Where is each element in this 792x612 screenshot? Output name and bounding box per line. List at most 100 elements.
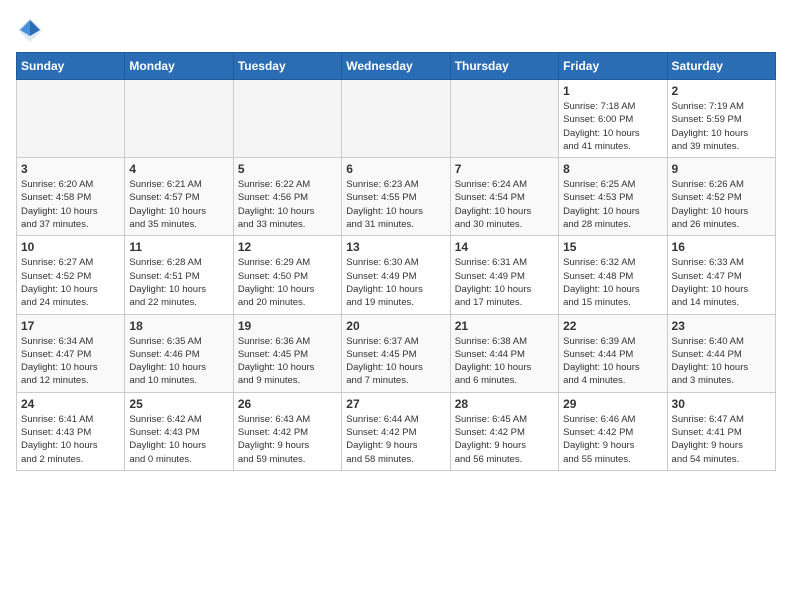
day-number: 7 — [455, 162, 554, 176]
day-info: Sunrise: 6:43 AM Sunset: 4:42 PM Dayligh… — [238, 413, 337, 466]
day-info: Sunrise: 6:30 AM Sunset: 4:49 PM Dayligh… — [346, 256, 445, 309]
calendar-cell: 20 Sunrise: 6:37 AM Sunset: 4:45 PM Dayli… — [342, 314, 450, 392]
day-number: 9 — [672, 162, 771, 176]
day-number: 21 — [455, 319, 554, 333]
calendar-cell — [233, 80, 341, 158]
calendar-cell: 10Sunrise: 6:27 AM Sunset: 4:52 PM Dayli… — [17, 236, 125, 314]
day-number: 11 — [129, 240, 228, 254]
calendar-cell: 26 Sunrise: 6:43 AM Sunset: 4:42 PM Dayli… — [233, 392, 341, 470]
weekday-header-wednesday: Wednesday — [342, 53, 450, 80]
calendar-cell: 1 Sunrise: 7:18 AM Sunset: 6:00 PM Daylig… — [559, 80, 667, 158]
day-number: 10 — [21, 240, 120, 254]
day-number: 3 — [21, 162, 120, 176]
day-info: Sunrise: 6:38 AM Sunset: 4:44 PM Dayligh… — [455, 335, 554, 388]
calendar-week-2: 3 Sunrise: 6:20 AM Sunset: 4:58 PM Daylig… — [17, 158, 776, 236]
calendar-cell — [450, 80, 558, 158]
day-number: 29 — [563, 397, 662, 411]
calendar-cell: 9 Sunrise: 6:26 AM Sunset: 4:52 PM Daylig… — [667, 158, 775, 236]
day-number: 18 — [129, 319, 228, 333]
day-info: Sunrise: 6:40 AM Sunset: 4:44 PM Dayligh… — [672, 335, 771, 388]
day-number: 17 — [21, 319, 120, 333]
calendar-cell: 8 Sunrise: 6:25 AM Sunset: 4:53 PM Daylig… — [559, 158, 667, 236]
day-number: 2 — [672, 84, 771, 98]
day-info: Sunrise: 6:22 AM Sunset: 4:56 PM Dayligh… — [238, 178, 337, 231]
logo-icon — [16, 16, 44, 44]
calendar-cell: 16 Sunrise: 6:33 AM Sunset: 4:47 PM Dayli… — [667, 236, 775, 314]
weekday-header-friday: Friday — [559, 53, 667, 80]
day-info: Sunrise: 6:42 AM Sunset: 4:43 PM Dayligh… — [129, 413, 228, 466]
calendar-cell: 21 Sunrise: 6:38 AM Sunset: 4:44 PM Dayli… — [450, 314, 558, 392]
day-info: Sunrise: 6:21 AM Sunset: 4:57 PM Dayligh… — [129, 178, 228, 231]
day-number: 15 — [563, 240, 662, 254]
calendar-cell: 27 Sunrise: 6:44 AM Sunset: 4:42 PM Dayli… — [342, 392, 450, 470]
weekday-header-monday: Monday — [125, 53, 233, 80]
day-number: 23 — [672, 319, 771, 333]
calendar-cell: 17 Sunrise: 6:34 AM Sunset: 4:47 PM Dayli… — [17, 314, 125, 392]
day-number: 30 — [672, 397, 771, 411]
calendar-cell: 12 Sunrise: 6:29 AM Sunset: 4:50 PM Dayli… — [233, 236, 341, 314]
page-header — [16, 16, 776, 44]
day-info: Sunrise: 6:47 AM Sunset: 4:41 PM Dayligh… — [672, 413, 771, 466]
day-number: 5 — [238, 162, 337, 176]
calendar-cell: 24Sunrise: 6:41 AM Sunset: 4:43 PM Dayli… — [17, 392, 125, 470]
calendar-cell: 23 Sunrise: 6:40 AM Sunset: 4:44 PM Dayli… — [667, 314, 775, 392]
day-number: 22 — [563, 319, 662, 333]
day-info: Sunrise: 6:35 AM Sunset: 4:46 PM Dayligh… — [129, 335, 228, 388]
day-info: Sunrise: 6:37 AM Sunset: 4:45 PM Dayligh… — [346, 335, 445, 388]
day-info: Sunrise: 6:24 AM Sunset: 4:54 PM Dayligh… — [455, 178, 554, 231]
day-info: Sunrise: 6:33 AM Sunset: 4:47 PM Dayligh… — [672, 256, 771, 309]
calendar-week-3: 10Sunrise: 6:27 AM Sunset: 4:52 PM Dayli… — [17, 236, 776, 314]
calendar-cell — [342, 80, 450, 158]
day-number: 26 — [238, 397, 337, 411]
day-number: 20 — [346, 319, 445, 333]
calendar-table: SundayMondayTuesdayWednesdayThursdayFrid… — [16, 52, 776, 471]
day-info: Sunrise: 6:20 AM Sunset: 4:58 PM Dayligh… — [21, 178, 120, 231]
day-info: Sunrise: 7:19 AM Sunset: 5:59 PM Dayligh… — [672, 100, 771, 153]
day-info: Sunrise: 6:26 AM Sunset: 4:52 PM Dayligh… — [672, 178, 771, 231]
day-info: Sunrise: 6:46 AM Sunset: 4:42 PM Dayligh… — [563, 413, 662, 466]
calendar-cell: 15 Sunrise: 6:32 AM Sunset: 4:48 PM Dayli… — [559, 236, 667, 314]
day-number: 12 — [238, 240, 337, 254]
day-number: 27 — [346, 397, 445, 411]
weekday-header-thursday: Thursday — [450, 53, 558, 80]
weekday-header-sunday: Sunday — [17, 53, 125, 80]
day-info: Sunrise: 6:32 AM Sunset: 4:48 PM Dayligh… — [563, 256, 662, 309]
day-info: Sunrise: 6:44 AM Sunset: 4:42 PM Dayligh… — [346, 413, 445, 466]
calendar-cell: 4 Sunrise: 6:21 AM Sunset: 4:57 PM Daylig… — [125, 158, 233, 236]
day-number: 19 — [238, 319, 337, 333]
weekday-header-saturday: Saturday — [667, 53, 775, 80]
calendar-cell: 6 Sunrise: 6:23 AM Sunset: 4:55 PM Daylig… — [342, 158, 450, 236]
calendar-cell: 28Sunrise: 6:45 AM Sunset: 4:42 PM Dayli… — [450, 392, 558, 470]
day-info: Sunrise: 6:25 AM Sunset: 4:53 PM Dayligh… — [563, 178, 662, 231]
day-info: Sunrise: 6:28 AM Sunset: 4:51 PM Dayligh… — [129, 256, 228, 309]
calendar-cell — [17, 80, 125, 158]
day-info: Sunrise: 7:18 AM Sunset: 6:00 PM Dayligh… — [563, 100, 662, 153]
calendar-cell: 19 Sunrise: 6:36 AM Sunset: 4:45 PM Dayli… — [233, 314, 341, 392]
calendar-cell: 2 Sunrise: 7:19 AM Sunset: 5:59 PM Daylig… — [667, 80, 775, 158]
day-info: Sunrise: 6:45 AM Sunset: 4:42 PM Dayligh… — [455, 413, 554, 466]
calendar-cell: 7 Sunrise: 6:24 AM Sunset: 4:54 PM Daylig… — [450, 158, 558, 236]
calendar-cell: 30 Sunrise: 6:47 AM Sunset: 4:41 PM Dayli… — [667, 392, 775, 470]
calendar-cell: 18 Sunrise: 6:35 AM Sunset: 4:46 PM Dayli… — [125, 314, 233, 392]
calendar-cell: 13Sunrise: 6:30 AM Sunset: 4:49 PM Dayli… — [342, 236, 450, 314]
day-number: 6 — [346, 162, 445, 176]
day-number: 1 — [563, 84, 662, 98]
calendar-cell: 29 Sunrise: 6:46 AM Sunset: 4:42 PM Dayli… — [559, 392, 667, 470]
day-info: Sunrise: 6:34 AM Sunset: 4:47 PM Dayligh… — [21, 335, 120, 388]
calendar-cell: 22 Sunrise: 6:39 AM Sunset: 4:44 PM Dayli… — [559, 314, 667, 392]
calendar-week-1: 1 Sunrise: 7:18 AM Sunset: 6:00 PM Daylig… — [17, 80, 776, 158]
day-info: Sunrise: 6:39 AM Sunset: 4:44 PM Dayligh… — [563, 335, 662, 388]
day-number: 14 — [455, 240, 554, 254]
weekday-header-tuesday: Tuesday — [233, 53, 341, 80]
day-info: Sunrise: 6:36 AM Sunset: 4:45 PM Dayligh… — [238, 335, 337, 388]
calendar-cell: 5 Sunrise: 6:22 AM Sunset: 4:56 PM Daylig… — [233, 158, 341, 236]
day-number: 24 — [21, 397, 120, 411]
calendar-week-4: 17 Sunrise: 6:34 AM Sunset: 4:47 PM Dayli… — [17, 314, 776, 392]
calendar-cell: 11 Sunrise: 6:28 AM Sunset: 4:51 PM Dayli… — [125, 236, 233, 314]
day-info: Sunrise: 6:29 AM Sunset: 4:50 PM Dayligh… — [238, 256, 337, 309]
day-number: 8 — [563, 162, 662, 176]
calendar-cell — [125, 80, 233, 158]
day-number: 16 — [672, 240, 771, 254]
day-info: Sunrise: 6:23 AM Sunset: 4:55 PM Dayligh… — [346, 178, 445, 231]
day-number: 4 — [129, 162, 228, 176]
